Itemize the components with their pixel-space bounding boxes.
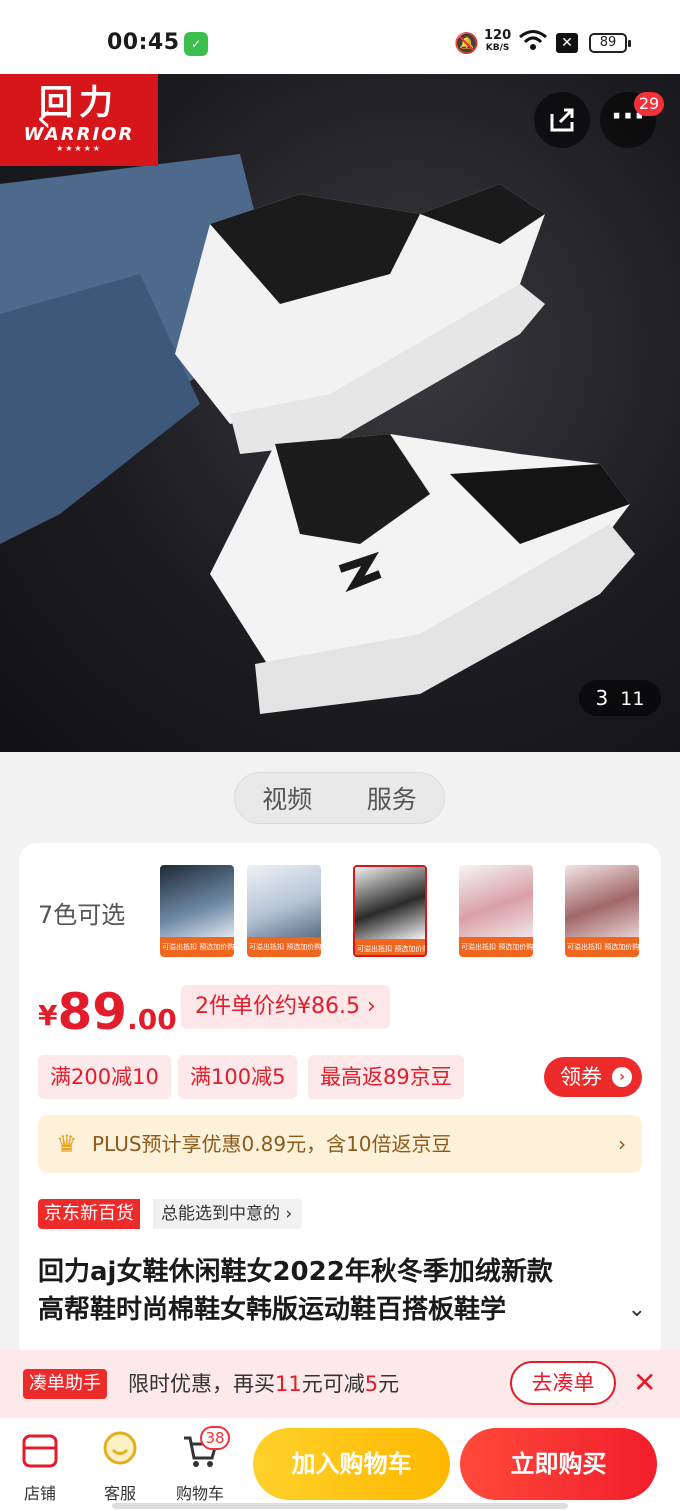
media-tabs: 视频 服务 [234,772,445,824]
color-option[interactable]: 可溢出抵扣 预选加价购 99 [247,865,321,957]
bundle-helper-bar: 凑单助手 限时优惠，再买11元可减5元 去凑单 ✕ [0,1350,680,1418]
clock: 00:45 [107,30,180,55]
color-option[interactable]: 可溢出抵扣 预选加价购 99 [160,865,234,957]
back-icon[interactable]: ‹ [36,98,76,138]
color-option[interactable]: 可溢出抵扣 预选加价购 99 [565,865,639,957]
share-button[interactable] [534,92,590,148]
plus-discount-bar[interactable]: ♛ PLUS预计享优惠0.89元，含10倍返京豆 › [38,1115,642,1173]
product-image-carousel[interactable]: 回力 WARRIOR ★★★★★ ‹ ··· 29 3 11 [0,74,680,752]
color-option-selected[interactable]: 可溢出抵扣 预选加价购 99 [353,865,427,957]
status-bar: 00:45 ✓ 🔕 120 KB/S ✕ 89 [0,0,680,74]
crown-icon: ♛ [56,1130,78,1158]
close-icon[interactable]: ✕ [633,1366,656,1400]
store-icon [22,1434,58,1468]
promo-tag[interactable]: 满100减5 [178,1055,298,1099]
product-info-card: 7色可选 可溢出抵扣 预选加价购 99 可溢出抵扣 预选加价购 99 可溢出抵扣… [19,843,661,1363]
chevron-right-icon: › [612,1067,632,1087]
customer-service-button[interactable]: 客服 [88,1428,152,1504]
bundle-helper-badge: 凑单助手 [23,1369,107,1399]
share-icon [550,108,574,132]
sim-off-icon: ✕ [556,33,578,53]
product-title: 回力aj女鞋休闲鞋女2022年秋冬季加绒新款 高帮鞋时尚棉鞋女韩版运动鞋百搭板鞋… [38,1253,646,1329]
network-speed: 120 KB/S [484,28,512,53]
department-slogan[interactable]: 总能选到中意的 › [153,1199,303,1229]
price: ¥89.00 [38,983,177,1041]
brand-logo: 回力 WARRIOR ★★★★★ [0,74,158,166]
shop-button[interactable]: 店铺 [8,1428,72,1504]
message-count-badge: 29 [634,92,664,116]
shoe-photo [0,154,635,714]
unit-price-tag[interactable]: 2件单价约¥86.5 › [181,985,390,1029]
cart-count-badge: 38 [200,1426,230,1450]
home-indicator[interactable] [112,1503,568,1509]
tab-service[interactable]: 服务 [367,780,417,816]
notification-app-icon: ✓ [184,32,208,56]
wifi-icon [519,30,547,50]
get-coupon-button[interactable]: 领券 › [544,1057,642,1097]
image-counter: 3 11 [579,680,661,716]
chevron-right-icon: › [618,1132,626,1156]
color-count-label: 7色可选 [38,901,126,929]
expand-chevron-icon[interactable]: ⌄ [628,1291,646,1329]
go-bundle-button[interactable]: 去凑单 [510,1361,616,1405]
mute-bell-icon: 🔕 [454,31,479,55]
add-to-cart-button[interactable]: 加入购物车 [253,1428,450,1500]
service-icon [103,1431,137,1465]
bottom-action-bar: 店铺 客服 购物车 38 加入购物车 立即购买 [0,1418,680,1511]
bundle-message: 限时优惠，再买11元可减5元 [128,1372,400,1396]
color-option[interactable]: 可溢出抵扣 预选加价购 99 [459,865,533,957]
promo-tag[interactable]: 满200减10 [38,1055,171,1099]
buy-now-button[interactable]: 立即购买 [460,1428,657,1500]
jingdou-tag[interactable]: 最高返89京豆 [308,1055,464,1099]
department-store-badge[interactable]: 京东新百货 [38,1199,140,1229]
battery-icon: 89 [589,33,631,53]
tab-video[interactable]: 视频 [262,780,312,816]
